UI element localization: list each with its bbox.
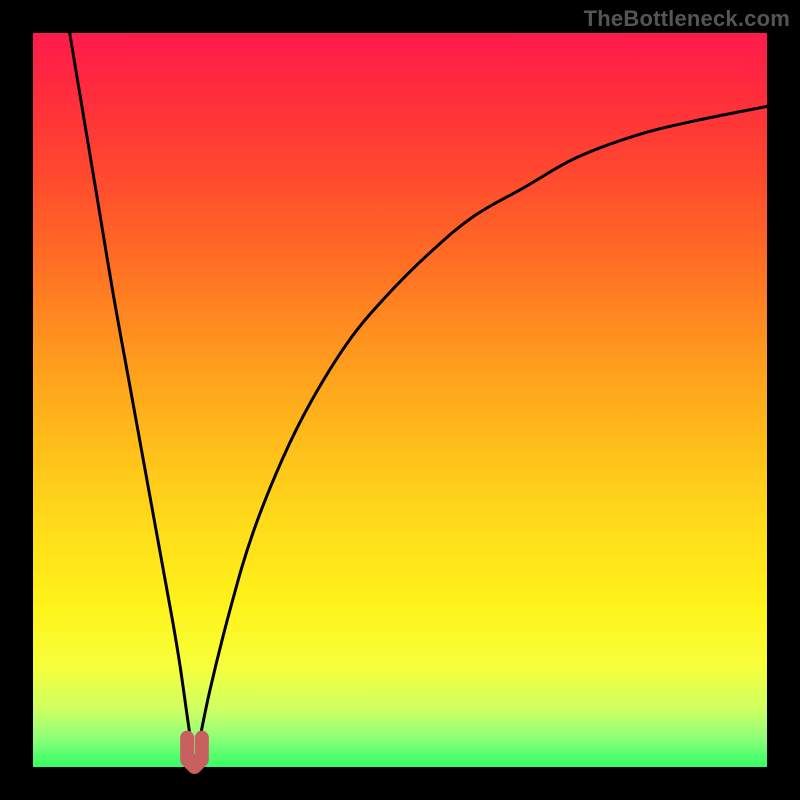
optimum-marker (187, 738, 202, 767)
right-branch-curve (194, 106, 767, 767)
curve-overlay (0, 0, 800, 800)
left-branch-curve (70, 33, 195, 767)
chart-frame: TheBottleneck.com (0, 0, 800, 800)
